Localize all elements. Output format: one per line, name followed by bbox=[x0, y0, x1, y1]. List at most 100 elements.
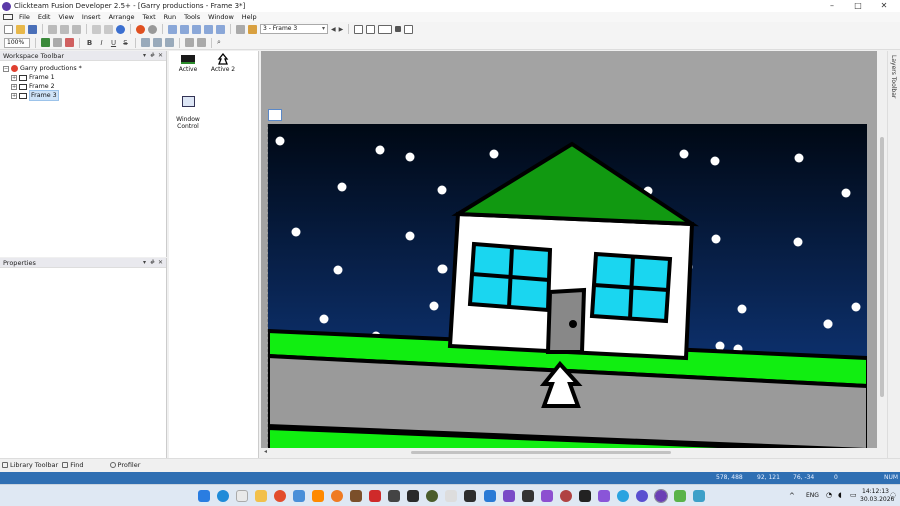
frame-select-dropdown[interactable]: 3 - Frame 3 bbox=[260, 24, 328, 34]
app-icon[interactable] bbox=[598, 490, 610, 502]
event-editor-icon[interactable] bbox=[192, 24, 201, 34]
file-explorer-icon[interactable] bbox=[255, 490, 267, 502]
outdent-icon[interactable] bbox=[197, 38, 206, 47]
run-application-icon[interactable] bbox=[136, 24, 145, 34]
indent-icon[interactable] bbox=[185, 38, 194, 47]
search-icon[interactable]: ⌕ bbox=[217, 38, 221, 47]
maximize-button[interactable]: □ bbox=[846, 0, 870, 12]
font-color-icon[interactable] bbox=[65, 38, 74, 47]
layout-icon[interactable] bbox=[366, 24, 376, 34]
underline-button[interactable]: U bbox=[109, 39, 118, 47]
data-elements-icon[interactable] bbox=[216, 24, 225, 34]
notification-icon[interactable]: ◌ bbox=[890, 491, 896, 499]
expand-icon[interactable]: + bbox=[11, 92, 17, 99]
open-folder-icon[interactable] bbox=[16, 24, 25, 34]
scroll-left-icon[interactable]: ◂ bbox=[264, 448, 267, 455]
menu-insert[interactable]: Insert bbox=[78, 13, 105, 21]
redo-icon[interactable] bbox=[104, 24, 113, 34]
collapse-icon[interactable]: − bbox=[3, 65, 9, 72]
scroll-thumb[interactable] bbox=[411, 451, 671, 454]
visual-studio-icon[interactable] bbox=[503, 490, 515, 502]
tab-library-toolbar[interactable]: Library Toolbar bbox=[2, 461, 58, 469]
minimize-button[interactable]: – bbox=[820, 0, 844, 12]
expand-icon[interactable]: + bbox=[11, 83, 17, 90]
italic-button[interactable]: I bbox=[97, 39, 106, 47]
menu-tools[interactable]: Tools bbox=[180, 13, 204, 21]
app-icon[interactable] bbox=[674, 490, 686, 502]
bold-button[interactable]: B bbox=[85, 39, 94, 47]
frame-swap-icon[interactable] bbox=[248, 24, 257, 34]
fullscreen-icon[interactable] bbox=[404, 24, 414, 34]
panel-close-icon[interactable]: ✕ bbox=[158, 51, 163, 61]
vertical-scrollbar[interactable] bbox=[877, 51, 887, 448]
object-active-2[interactable]: Active 2 bbox=[209, 53, 237, 73]
app-icon[interactable] bbox=[541, 490, 553, 502]
unity-icon[interactable] bbox=[407, 490, 419, 502]
align-right-icon[interactable] bbox=[165, 38, 174, 47]
horizontal-scrollbar[interactable]: ◂ bbox=[261, 448, 887, 457]
tree-item-frame-3[interactable]: + Frame 3 bbox=[3, 90, 166, 101]
tray-overflow-icon[interactable]: ^ bbox=[789, 492, 795, 500]
system-menu-icon[interactable] bbox=[3, 14, 13, 20]
menu-arrange[interactable]: Arrange bbox=[105, 13, 139, 21]
expand-icon[interactable]: + bbox=[11, 74, 17, 81]
panel-close-icon[interactable]: ✕ bbox=[158, 258, 163, 268]
app-icon[interactable] bbox=[388, 490, 400, 502]
frame-handle-icon[interactable] bbox=[268, 109, 282, 121]
edge-icon[interactable] bbox=[217, 490, 229, 502]
tab-find[interactable]: Find bbox=[62, 461, 84, 469]
task-view-icon[interactable] bbox=[236, 490, 248, 502]
run-frame-icon[interactable] bbox=[148, 24, 157, 34]
tree-item-frame-1[interactable]: + Frame 1 bbox=[3, 73, 166, 82]
new-file-icon[interactable] bbox=[4, 24, 13, 34]
close-button[interactable]: ✕ bbox=[872, 0, 896, 12]
align-left-icon[interactable] bbox=[141, 38, 150, 47]
vlc-icon[interactable] bbox=[312, 490, 324, 502]
app-icon[interactable] bbox=[331, 490, 343, 502]
storyboard-icon[interactable] bbox=[168, 24, 177, 34]
app-icon[interactable] bbox=[369, 490, 381, 502]
stop-icon[interactable] bbox=[395, 26, 402, 32]
frame-editor-icon[interactable] bbox=[180, 24, 189, 34]
menu-run[interactable]: Run bbox=[160, 13, 180, 21]
app-icon[interactable] bbox=[445, 490, 457, 502]
strike-button[interactable]: S bbox=[121, 39, 130, 47]
cut-icon[interactable] bbox=[48, 24, 57, 34]
panel-pin-icon[interactable]: # bbox=[150, 51, 155, 61]
wifi-icon[interactable]: ◔ bbox=[826, 491, 832, 499]
battery-icon[interactable]: ▭ bbox=[850, 491, 857, 499]
next-frame-icon[interactable]: ▶ bbox=[339, 26, 344, 33]
grid-icon[interactable] bbox=[41, 38, 50, 47]
align-center-icon[interactable] bbox=[153, 38, 162, 47]
layers-toolbar-tab[interactable]: Layers Toolbar bbox=[887, 51, 900, 458]
tray-time[interactable]: 14:12:13 bbox=[862, 488, 889, 495]
panel-pin-icon[interactable]: # bbox=[150, 258, 155, 268]
menu-file[interactable]: File bbox=[15, 13, 34, 21]
save-icon[interactable] bbox=[28, 24, 37, 34]
tree-item-application[interactable]: − Garry productions * bbox=[3, 64, 166, 73]
window-view-icon[interactable] bbox=[354, 24, 364, 34]
menu-help[interactable]: Help bbox=[238, 13, 261, 21]
volume-icon[interactable]: ◖ bbox=[838, 491, 842, 499]
frame-canvas[interactable] bbox=[267, 124, 867, 448]
discord-icon[interactable] bbox=[636, 490, 648, 502]
fusion-taskbar-icon[interactable] bbox=[654, 489, 668, 503]
app-icon[interactable] bbox=[350, 490, 362, 502]
help-icon[interactable] bbox=[116, 24, 125, 34]
tree-item-frame-2[interactable]: + Frame 2 bbox=[3, 82, 166, 91]
zoom-dropdown[interactable]: 100% bbox=[4, 37, 30, 48]
menu-text[interactable]: Text bbox=[138, 13, 159, 21]
snap-icon[interactable] bbox=[53, 38, 62, 47]
start-icon[interactable] bbox=[198, 490, 210, 502]
app-icon[interactable] bbox=[560, 490, 572, 502]
copy-icon[interactable] bbox=[60, 24, 69, 34]
object-active[interactable]: Active bbox=[177, 55, 199, 73]
event-list-icon[interactable] bbox=[204, 24, 213, 34]
object-window-control[interactable]: Window Control bbox=[173, 89, 203, 130]
app-icon[interactable] bbox=[693, 490, 705, 502]
undo-icon[interactable] bbox=[92, 24, 101, 34]
app-icon[interactable] bbox=[522, 490, 534, 502]
menu-window[interactable]: Window bbox=[204, 13, 238, 21]
previous-frame-icon[interactable]: ◀ bbox=[331, 26, 336, 33]
menu-edit[interactable]: Edit bbox=[34, 13, 55, 21]
